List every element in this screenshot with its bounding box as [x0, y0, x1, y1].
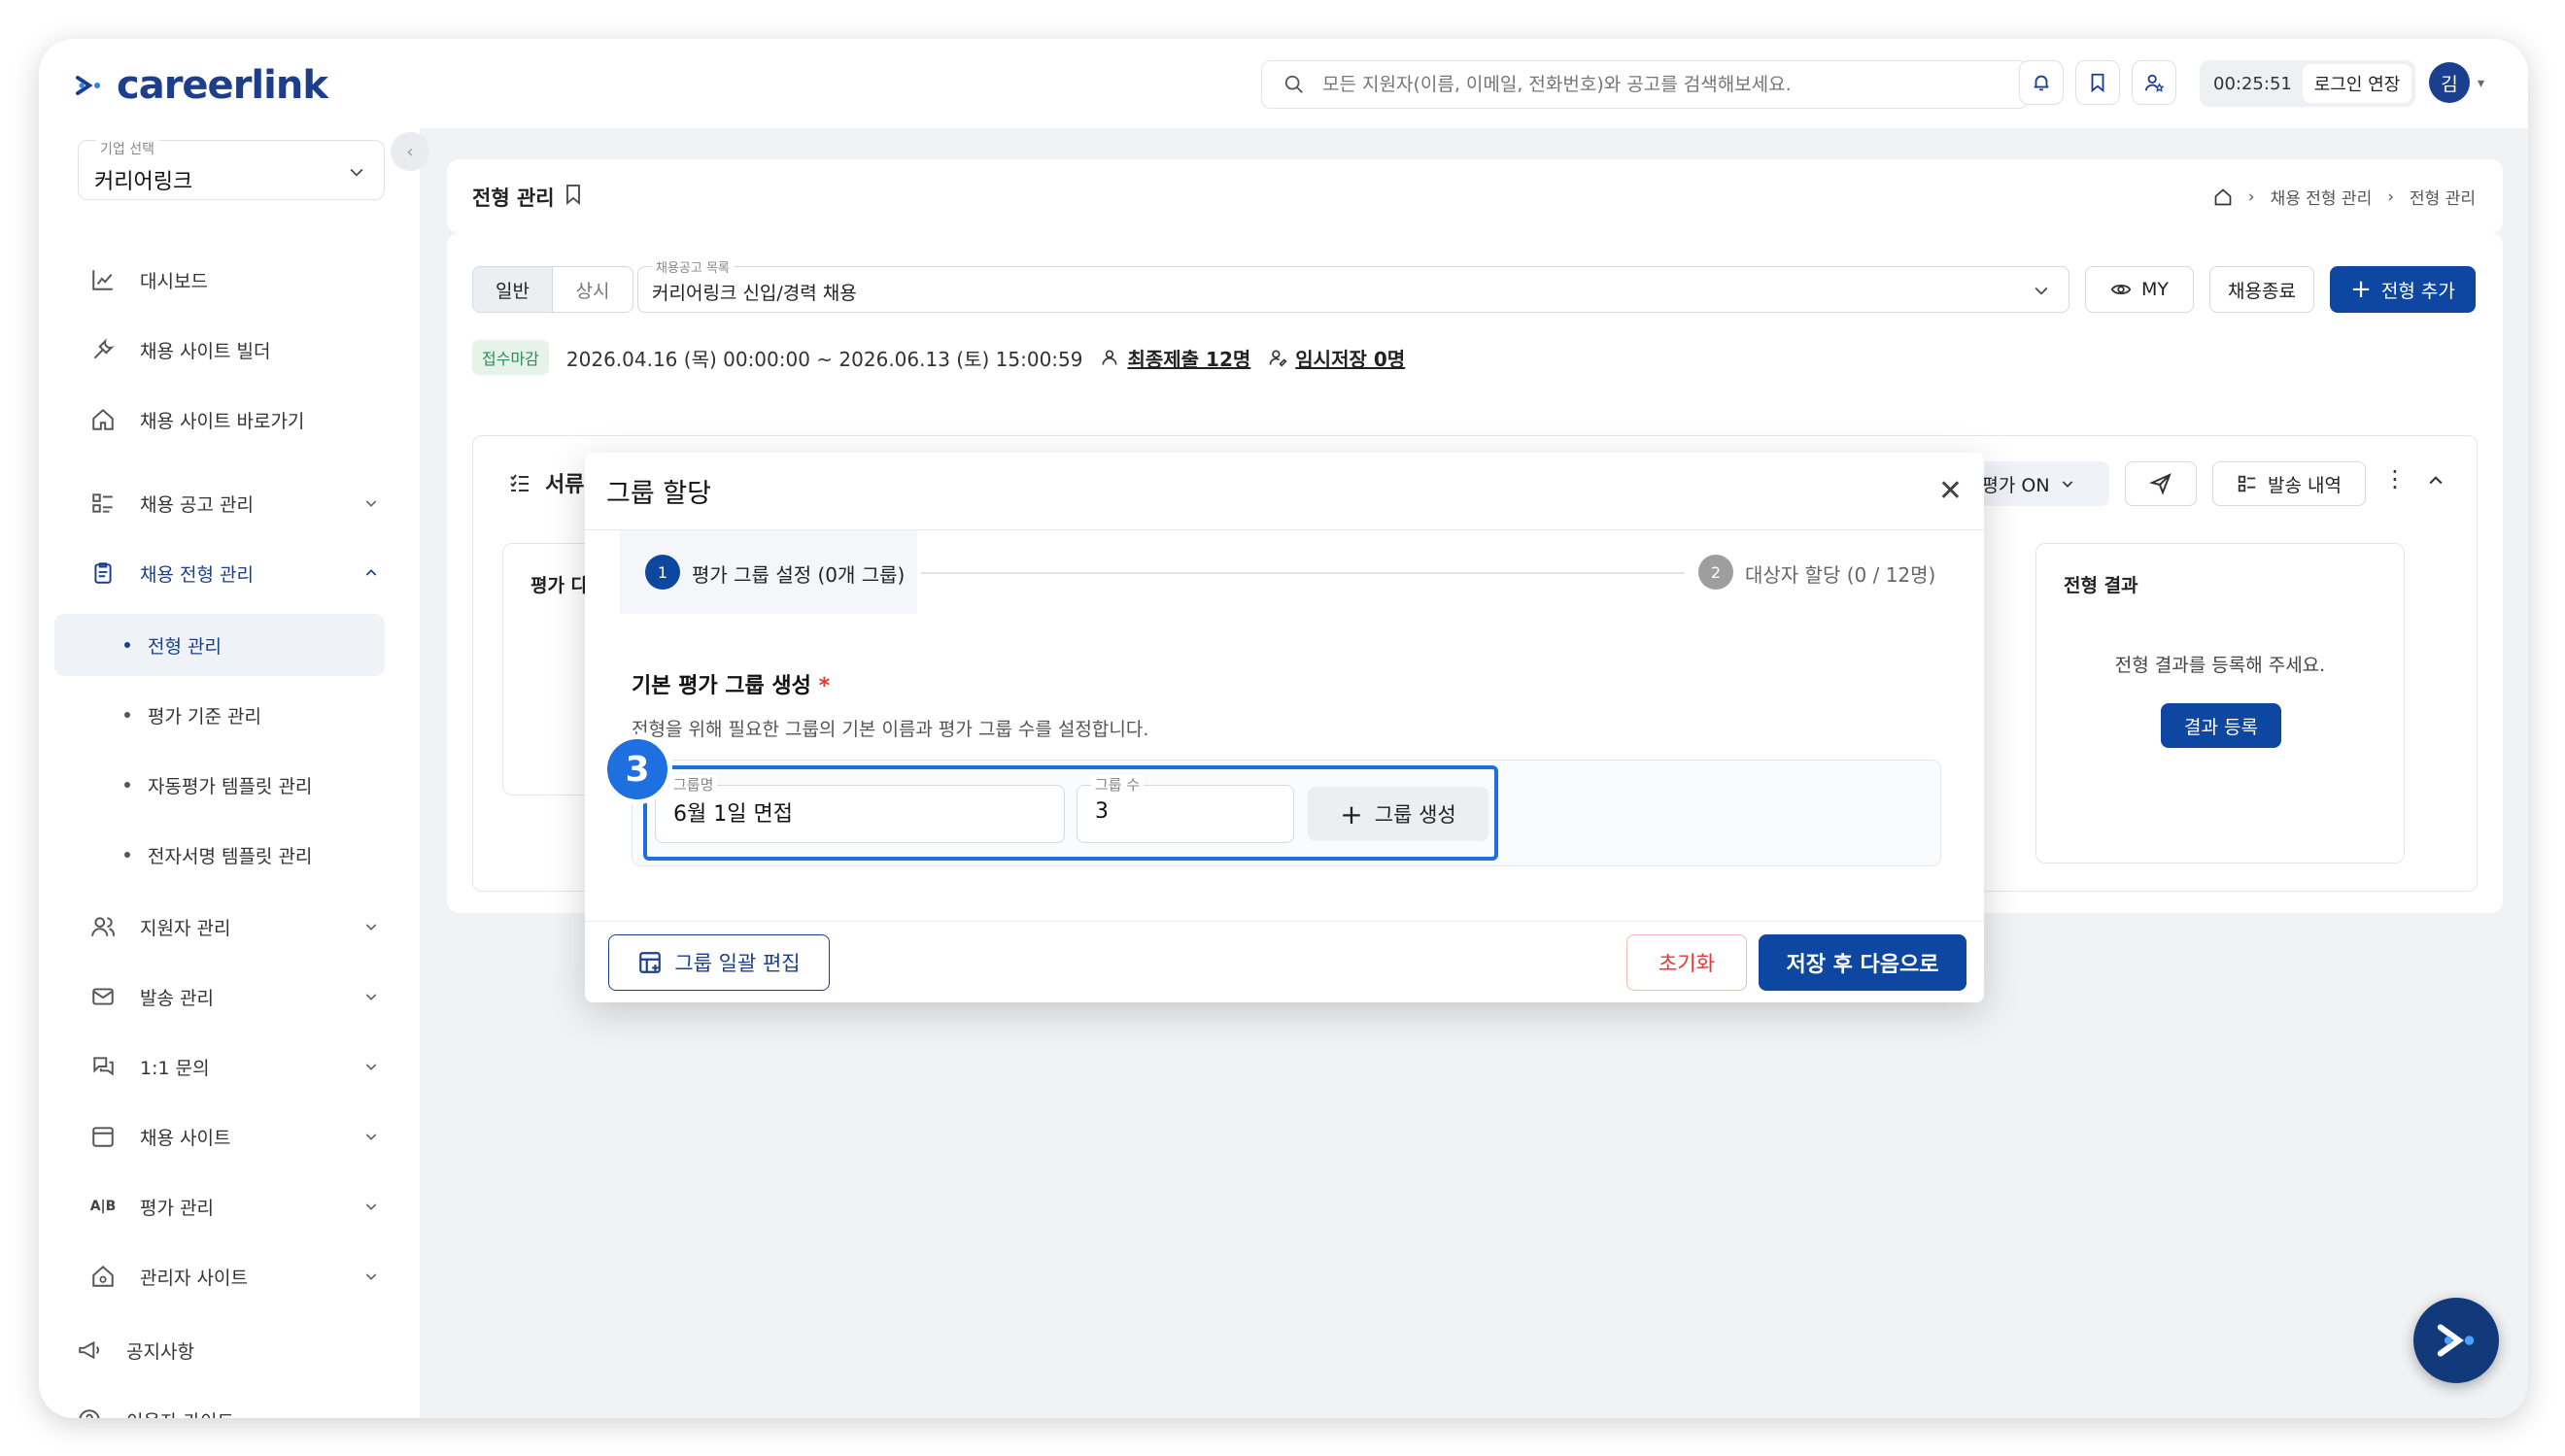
- section-title-text: 기본 평가 그룹 생성: [632, 674, 811, 698]
- highlight-box: [643, 765, 1498, 861]
- modal-footer: 그룹 일괄 편집 초기화 저장 후 다음으로: [585, 921, 1984, 1002]
- help-fab[interactable]: [2413, 1298, 2499, 1383]
- group-assign-modal: 그룹 할당 ✕ 1 평가 그룹 설정 (0개 그룹) 2 대상자 할당 (0 /…: [585, 453, 1984, 1002]
- section-title: 기본 평가 그룹 생성 *: [632, 668, 830, 699]
- step-2-number: 2: [1698, 555, 1733, 590]
- table-edit-icon: [639, 952, 662, 973]
- required-mark: *: [818, 674, 831, 698]
- bulk-edit-label: 그룹 일괄 편집: [674, 952, 801, 975]
- modal-header: 그룹 할당 ✕: [585, 453, 1984, 530]
- stepper: 1 평가 그룹 설정 (0개 그룹) 2 대상자 할당 (0 / 12명): [620, 530, 1961, 614]
- step-connector: [921, 572, 1685, 574]
- modal-title: 그룹 할당: [606, 479, 711, 509]
- save-next-button[interactable]: 저장 후 다음으로: [1759, 934, 1966, 991]
- close-icon[interactable]: ✕: [1938, 474, 1963, 508]
- highlight-step-badge: 3: [602, 734, 672, 804]
- app-window: careerlink 00:25:51 로그인 연장 김 ▾ 기업 선택 커리어…: [39, 39, 2528, 1418]
- step-2-label[interactable]: 대상자 할당 (0 / 12명): [1745, 559, 1935, 588]
- step-1-number: 1: [645, 555, 680, 590]
- careerlink-chat-icon: [2437, 1324, 2475, 1357]
- section-description: 전형을 위해 필요한 그룹의 기본 이름과 평가 그룹 수를 설정합니다.: [632, 719, 1149, 740]
- step-1-label[interactable]: 평가 그룹 설정 (0개 그룹): [692, 559, 905, 588]
- bulk-edit-button[interactable]: 그룹 일괄 편집: [608, 934, 830, 991]
- reset-button[interactable]: 초기화: [1626, 934, 1747, 991]
